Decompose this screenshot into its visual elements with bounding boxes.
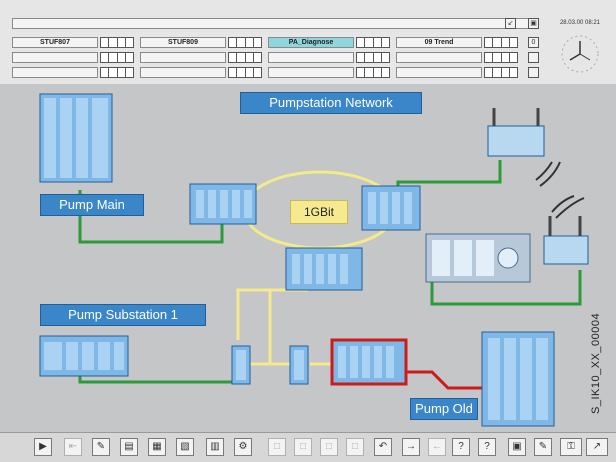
row-3-indicator-4 <box>484 52 518 63</box>
device-right-rack <box>425 233 531 283</box>
row-4-indicator-1 <box>100 67 134 78</box>
device-substation-rack <box>39 335 129 377</box>
row-4-button[interactable] <box>528 67 539 78</box>
status-toggle-icon[interactable]: ↙ <box>505 18 516 29</box>
device-left-switch <box>189 183 257 225</box>
device-center-switch <box>285 247 363 291</box>
disabled-icon-3[interactable]: □ <box>294 438 312 456</box>
tab-09-trend[interactable]: 09 Trend <box>396 37 482 48</box>
disabled-icon-4[interactable]: □ <box>320 438 338 456</box>
tab-09-trend-indicator <box>484 37 518 48</box>
row-4-indicator-4 <box>484 67 518 78</box>
top-navigation-bar: ↙ ▣ STUF807 STUF809 PA_Diagnose 09 Trend… <box>0 0 616 84</box>
link-pump-old <box>404 370 484 390</box>
help-icon[interactable]: ? <box>452 438 470 456</box>
monitor-icon[interactable]: ▣ <box>528 18 539 29</box>
clock <box>548 16 612 80</box>
device-small-switch-1 <box>231 345 251 385</box>
disabled-icon-5[interactable]: □ <box>346 438 364 456</box>
row-3-button[interactable] <box>528 52 539 63</box>
pump-substation-label: Pump Substation 1 <box>40 304 206 326</box>
tab-pa-diagnose[interactable]: PA_Diagnose <box>268 37 354 48</box>
tab-stuf809-indicator <box>228 37 262 48</box>
back-icon[interactable]: ← <box>428 438 446 456</box>
copy-icon[interactable]: ▧ <box>176 438 194 456</box>
help-2-icon[interactable]: ? <box>478 438 496 456</box>
gigabit-label: 1GBit <box>290 200 348 224</box>
monitor-icon[interactable]: ▣ <box>508 438 526 456</box>
device-pump-old-rack <box>481 331 555 427</box>
network-diagram <box>39 93 589 427</box>
tab-pa-diagnose-indicator <box>356 37 390 48</box>
row-3-field-3 <box>268 52 354 63</box>
row-2-button[interactable]: 0 <box>528 37 539 48</box>
row-4-field-4 <box>396 67 482 78</box>
row-4-indicator-2 <box>228 67 262 78</box>
pump-main-label: Pump Main <box>40 194 144 216</box>
disabled-icon-2[interactable]: □ <box>268 438 286 456</box>
device-pump-old-switch <box>330 338 408 386</box>
tab-stuf809[interactable]: STUF809 <box>140 37 226 48</box>
pump-old-label: Pump Old <box>410 398 478 420</box>
device-small-switch-2 <box>289 345 309 385</box>
row-3-field-4 <box>396 52 482 63</box>
row-3-indicator-1 <box>100 52 134 63</box>
device-pump-main-rack <box>39 93 113 183</box>
settings-2-icon[interactable]: ⚙ <box>234 438 252 456</box>
undo-icon[interactable]: ↶ <box>374 438 392 456</box>
side-code-label: S_IK10_XX_00004 <box>590 312 602 414</box>
status-line-field <box>12 18 532 29</box>
disabled-icon-1[interactable]: ⇤ <box>64 438 82 456</box>
network-icon[interactable]: ↗ <box>586 438 608 456</box>
play-icon[interactable]: ▶ <box>34 438 52 456</box>
device-right-switch <box>361 185 421 231</box>
tab-stuf807[interactable]: STUF807 <box>12 37 98 48</box>
row-3-indicator-2 <box>228 52 262 63</box>
row-4-field-3 <box>268 67 354 78</box>
row-4-field-1 <box>12 67 98 78</box>
key-icon[interactable]: ⚿ <box>560 438 582 456</box>
row-3-field-2 <box>140 52 226 63</box>
tab-stuf807-indicator <box>100 37 134 48</box>
settings-icon[interactable]: ▥ <box>206 438 224 456</box>
device-wireless-ap-2 <box>543 195 589 265</box>
row-4-indicator-3 <box>356 67 390 78</box>
forward-icon[interactable]: → <box>402 438 420 456</box>
note-icon[interactable]: ✎ <box>92 438 110 456</box>
row-3-indicator-3 <box>356 52 390 63</box>
row-4-field-2 <box>140 67 226 78</box>
network-diagram-area: Pumpstation Network 1GBit Pump Main Pump… <box>0 84 616 432</box>
edit-icon[interactable]: ✎ <box>534 438 552 456</box>
save-icon[interactable]: ▤ <box>120 438 138 456</box>
clock-icon <box>561 35 599 73</box>
window-icon[interactable]: ▦ <box>148 438 166 456</box>
row-3-field-1 <box>12 52 98 63</box>
link-yellow-center <box>236 288 308 340</box>
network-title-label: Pumpstation Network <box>240 92 422 114</box>
bottom-toolbar: ▶ ⇤ ✎ ▤ ▦ ▧ ▥ ⚙ □ □ □ □ ↶ → ← ? ? ▣ ✎ ⚿ … <box>0 432 616 462</box>
